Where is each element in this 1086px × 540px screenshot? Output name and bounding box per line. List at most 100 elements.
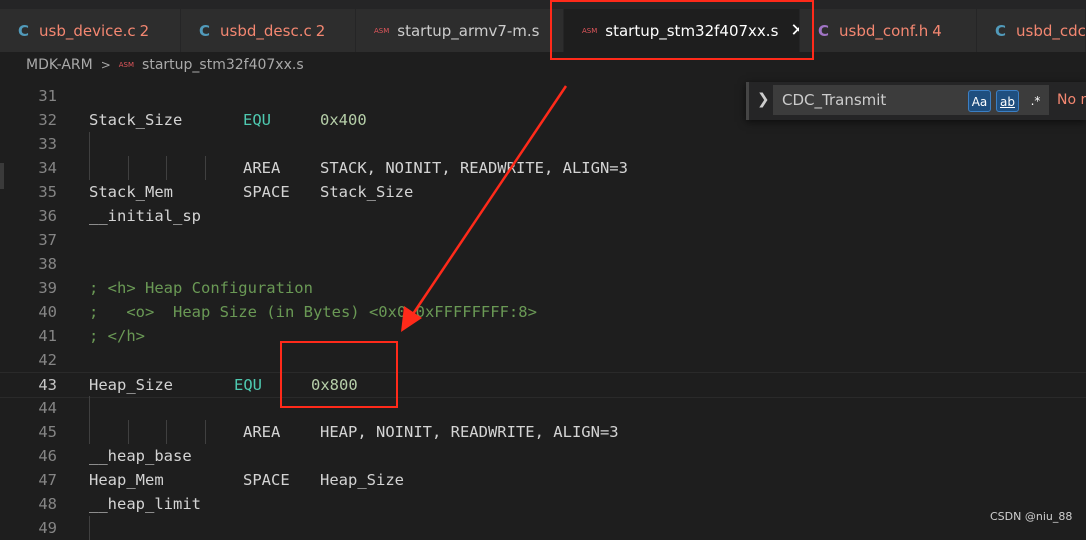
code-comment: ; <h> Heap Configuration xyxy=(89,279,313,297)
code-line-current: 43 Heap_Size EQU 0x800 xyxy=(0,372,1086,398)
indent-guide xyxy=(89,132,90,156)
line-number: 42 xyxy=(38,351,57,369)
line-number: 33 xyxy=(38,135,57,153)
find-input[interactable]: CDC_Transmit Aa ab .* xyxy=(773,85,1049,115)
code-line: 33 xyxy=(0,132,1086,156)
code-line: 46 __heap_base xyxy=(0,444,1086,468)
line-number: 40 xyxy=(38,303,57,321)
line-number: 32 xyxy=(38,111,57,129)
asm-file-icon: ASM xyxy=(118,61,135,69)
toggle-replace-chevron-icon[interactable]: ❯ xyxy=(757,90,770,108)
tab-startup-armv7m-s[interactable]: ASM startup_armv7-m.s xyxy=(356,9,564,52)
indent-guide xyxy=(166,156,167,180)
indent-guide xyxy=(89,516,90,540)
code-line: 34 AREA STACK, NOINIT, READWRITE, ALIGN=3 xyxy=(0,156,1086,180)
code-comment: ; </h> xyxy=(89,327,145,345)
code-directive: SPACE xyxy=(243,471,290,489)
indent-guide xyxy=(89,396,90,420)
code-value: 0x400 xyxy=(320,111,367,129)
code-line: 36 __initial_sp xyxy=(0,204,1086,228)
line-number: 44 xyxy=(38,399,57,417)
indent-guide xyxy=(89,420,90,444)
line-number: 34 xyxy=(38,159,57,177)
code-operands: STACK, NOINIT, READWRITE, ALIGN=3 xyxy=(320,159,628,177)
code-line: 37 xyxy=(0,228,1086,252)
line-number: 46 xyxy=(38,447,57,465)
line-number: 39 xyxy=(38,279,57,297)
line-number: 38 xyxy=(38,255,57,273)
problem-count: 2 xyxy=(315,21,326,40)
tab-label: usbd_cdc_ xyxy=(1016,21,1086,40)
c-file-icon: C xyxy=(199,21,211,40)
tab-label: usb_device.c xyxy=(39,21,136,40)
code-label: Heap_Mem xyxy=(89,471,164,489)
code-label: __heap_base xyxy=(89,447,192,465)
line-number: 48 xyxy=(38,495,57,513)
c-file-icon: C xyxy=(18,21,30,40)
code-line: 35 Stack_Mem SPACE Stack_Size xyxy=(0,180,1086,204)
tab-label: usbd_desc.c xyxy=(220,21,312,40)
indent-guide xyxy=(166,420,167,444)
tab-usbd-desc-c[interactable]: C usbd_desc.c 2 xyxy=(181,9,356,52)
code-line: 45 AREA HEAP, NOINIT, READWRITE, ALIGN=3 xyxy=(0,420,1086,444)
indent-guide xyxy=(205,420,206,444)
tab-usb-device-c[interactable]: C usb_device.c 2 xyxy=(0,9,181,52)
find-result-status: No re xyxy=(1057,92,1086,108)
problem-count: 4 xyxy=(932,21,942,40)
code-label: Heap_Size xyxy=(89,376,173,394)
breadcrumb-folder[interactable]: MDK-ARM xyxy=(26,57,93,73)
code-line: 40 ; <o> Heap Size (in Bytes) <0x0-0xFFFF… xyxy=(0,300,1086,324)
watermark: CSDN @niu_88 xyxy=(990,510,1073,523)
tab-label: usbd_conf.h xyxy=(839,21,929,40)
c-header-file-icon: C xyxy=(818,21,830,40)
code-label: Stack_Mem xyxy=(89,183,173,201)
tab-usbd-cdc[interactable]: C usbd_cdc_ xyxy=(977,9,1086,52)
line-number: 37 xyxy=(38,231,57,249)
line-number: 41 xyxy=(38,327,57,345)
breadcrumb: MDK-ARM > ASM startup_stm32f407xx.s xyxy=(0,52,1086,78)
indent-guide xyxy=(89,156,90,180)
annotation-highlight-value xyxy=(280,341,398,408)
line-number: 45 xyxy=(38,423,57,441)
code-label: __heap_limit xyxy=(89,495,201,513)
indent-guide xyxy=(128,420,129,444)
code-operands: Stack_Size xyxy=(320,183,414,201)
find-input-value: CDC_Transmit xyxy=(782,91,887,109)
breadcrumb-file[interactable]: startup_stm32f407xx.s xyxy=(142,57,304,73)
code-directive: EQU xyxy=(234,376,262,394)
c-file-icon: C xyxy=(995,21,1007,40)
code-directive: SPACE xyxy=(243,183,290,201)
line-number: 43 xyxy=(38,376,57,394)
tab-label: startup_armv7-m.s xyxy=(397,21,540,40)
code-operands: HEAP, NOINIT, READWRITE, ALIGN=3 xyxy=(320,423,619,441)
tab-usbd-conf-h[interactable]: C usbd_conf.h 4 xyxy=(800,9,977,52)
indent-guide xyxy=(128,156,129,180)
line-number: 36 xyxy=(38,207,57,225)
code-label: __initial_sp xyxy=(89,207,201,225)
code-line: 39 ; <h> Heap Configuration xyxy=(0,276,1086,300)
asm-file-icon: ASM xyxy=(374,26,390,35)
code-line: 38 xyxy=(0,252,1086,276)
line-number: 49 xyxy=(38,519,57,537)
code-operands: Heap_Size xyxy=(320,471,404,489)
whole-word-toggle[interactable]: ab xyxy=(996,90,1019,112)
regex-toggle[interactable]: .* xyxy=(1024,90,1047,112)
code-line: 47 Heap_Mem SPACE Heap_Size xyxy=(0,468,1086,492)
code-directive: AREA xyxy=(243,423,281,441)
line-number: 31 xyxy=(38,87,57,105)
indent-guide xyxy=(205,156,206,180)
code-editor[interactable]: 31 32 Stack_Size EQU 0x400 33 34 AREA STACK, … xyxy=(0,84,1086,540)
line-number: 47 xyxy=(38,471,57,489)
code-line: 49 xyxy=(0,516,1086,540)
chevron-right-icon: > xyxy=(100,58,111,72)
code-line: 42 xyxy=(0,348,1086,372)
code-line: 48 __heap_limit xyxy=(0,492,1086,516)
code-directive: AREA xyxy=(243,159,281,177)
line-number: 35 xyxy=(38,183,57,201)
tab-bar: C usb_device.c 2 C usbd_desc.c 2 ASM sta… xyxy=(0,0,1086,52)
code-label: Stack_Size xyxy=(89,111,183,129)
code-line: 41 ; </h> xyxy=(0,324,1086,348)
find-widget: ❯ CDC_Transmit Aa ab .* No re xyxy=(746,82,1086,120)
match-case-toggle[interactable]: Aa xyxy=(968,90,991,112)
code-directive: EQU xyxy=(243,111,271,129)
